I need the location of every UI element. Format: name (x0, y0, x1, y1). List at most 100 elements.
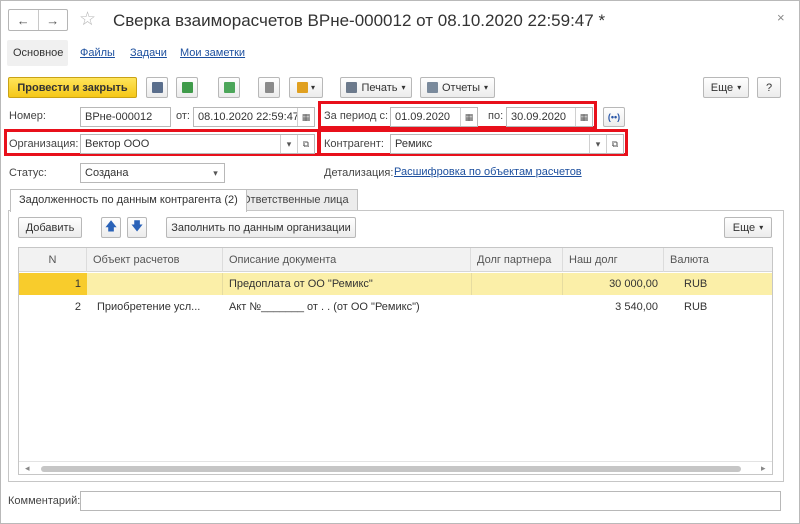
comment-label: Комментарий: (8, 495, 81, 507)
table-more-button[interactable]: Еще ▾ (724, 217, 772, 238)
period-to-field[interactable]: 30.09.2020 ▦ (506, 107, 593, 127)
tab-debt[interactable]: Задолженность по данным контрагента (2) (10, 189, 247, 212)
calendar-icon[interactable]: ▦ (460, 108, 477, 126)
table-row[interactable]: 1 Предоплата от ОО "Ремикс" 30 000,00 RU… (19, 273, 772, 295)
save-icon (151, 82, 163, 93)
create-based-on-button[interactable]: ▾ (289, 77, 323, 98)
structure-icon (223, 82, 235, 93)
journal-icon (264, 82, 274, 93)
chevron-down-icon: ▾ (310, 83, 315, 92)
close-icon[interactable]: × (777, 10, 785, 25)
window-title: Сверка взаиморасчетов ВРне-000012 от 08.… (113, 11, 606, 30)
open-icon[interactable]: ⧉ (297, 135, 314, 153)
date-value: 08.10.2020 22:59:47 (198, 111, 297, 123)
number-value: ВРне-000012 (85, 111, 153, 123)
cell-currency[interactable]: RUB (664, 273, 772, 295)
column-header-partner-debt[interactable]: Долг партнера (471, 248, 563, 272)
dropdown-icon[interactable]: ▾ (280, 135, 297, 153)
cell-object[interactable] (87, 273, 223, 295)
move-up-button[interactable]: 🡅 (101, 217, 121, 238)
period-from-value: 01.09.2020 (395, 111, 451, 123)
arrow-up-icon: 🡅 (104, 219, 118, 233)
more-button[interactable]: Еще ▾ (703, 77, 749, 98)
section-files[interactable]: Файлы (80, 40, 115, 66)
post-button[interactable] (176, 77, 198, 98)
period-from-field[interactable]: 01.09.2020 ▦ (390, 107, 478, 127)
table-row[interactable]: 2 Приобретение усл... Акт №_______ от . … (19, 296, 772, 318)
open-icon[interactable]: ⧉ (606, 135, 623, 153)
post-document-icon (181, 82, 193, 93)
detail-label: Детализация: (324, 167, 394, 179)
help-button[interactable]: ? (757, 77, 781, 98)
cell-n[interactable]: 1 (19, 273, 87, 295)
table-header: N Объект расчетов Описание документа Дол… (19, 248, 772, 272)
back-arrow-icon[interactable]: ← (9, 10, 39, 30)
cell-our-debt[interactable]: 3 540,00 (563, 296, 664, 318)
column-header-description[interactable]: Описание документа (223, 248, 471, 272)
cell-description[interactable]: Предоплата от ОО "Ремикс" (223, 273, 471, 295)
chevron-down-icon: ▾ (401, 83, 406, 92)
journal-button[interactable] (258, 77, 280, 98)
calendar-icon[interactable]: ▦ (297, 108, 314, 126)
period-from-label: За период с: (324, 110, 389, 122)
status-label: Статус: (9, 167, 47, 179)
save-button[interactable] (146, 77, 168, 98)
scroll-left-icon[interactable]: ◂ (25, 463, 30, 474)
table-more-label: Еще (732, 221, 756, 234)
cell-currency[interactable]: RUB (664, 296, 772, 318)
chevron-down-icon: ▾ (484, 83, 489, 92)
cell-description[interactable]: Акт №_______ от . . (от ОО "Ремикс") (223, 296, 471, 318)
chevron-down-icon: ▾ (737, 83, 742, 92)
printer-icon (346, 82, 358, 93)
horizontal-scrollbar[interactable]: ◂ ▸ (19, 461, 772, 474)
column-header-object[interactable]: Объект расчетов (87, 248, 223, 272)
comment-field[interactable] (80, 491, 781, 511)
print-label: Печать (361, 81, 398, 94)
section-tasks[interactable]: Задачи (130, 40, 167, 66)
create-based-on-icon (296, 82, 308, 93)
date-label: от: (176, 110, 190, 122)
period-select-button[interactable]: (••) (603, 107, 625, 127)
organization-field[interactable]: Вектор ООО ▾ ⧉ (80, 134, 315, 154)
cell-partner-debt[interactable] (471, 273, 563, 295)
section-main[interactable]: Основное (7, 40, 68, 66)
section-notes[interactable]: Мои заметки (180, 40, 245, 66)
calendar-icon[interactable]: ▦ (575, 108, 592, 126)
organization-value: Вектор ООО (85, 138, 150, 150)
structure-button[interactable] (218, 77, 240, 98)
reports-label: Отчеты (441, 81, 480, 94)
forward-arrow-icon[interactable]: → (39, 10, 68, 30)
chevron-down-icon: ▾ (213, 167, 218, 178)
nav-buttons: ← → (8, 9, 68, 31)
cell-object[interactable]: Приобретение усл... (87, 296, 223, 318)
period-range-icon: (••) (607, 112, 621, 122)
number-label: Номер: (9, 110, 46, 122)
move-down-button[interactable]: 🡇 (127, 217, 147, 238)
reports-button[interactable]: Отчеты ▾ (420, 77, 495, 98)
column-header-our-debt[interactable]: Наш долг (563, 248, 664, 272)
column-header-n[interactable]: N (19, 248, 87, 272)
status-select[interactable]: Создана ▾ (80, 163, 225, 183)
cell-partner-debt[interactable] (471, 296, 563, 318)
column-header-currency[interactable]: Валюта (664, 248, 772, 272)
chevron-down-icon: ▾ (759, 223, 764, 232)
fill-by-organization-button[interactable]: Заполнить по данным организации (166, 217, 356, 238)
scroll-right-icon[interactable]: ▸ (761, 463, 766, 474)
organization-label: Организация: (9, 138, 79, 150)
date-field[interactable]: 08.10.2020 22:59:47 ▦ (193, 107, 315, 127)
cell-n[interactable]: 2 (19, 296, 87, 318)
print-button[interactable]: Печать ▾ (340, 77, 412, 98)
counterparty-field[interactable]: Ремикс ▾ ⧉ (390, 134, 624, 154)
dropdown-icon[interactable]: ▾ (589, 135, 606, 153)
add-button[interactable]: Добавить (18, 217, 82, 238)
more-label: Еще (710, 81, 734, 94)
scrollbar-thumb[interactable] (41, 466, 741, 472)
period-to-label: по: (488, 110, 504, 122)
counterparty-label: Контрагент: (324, 138, 384, 150)
detail-link[interactable]: Расшифровка по объектам расчетов (394, 166, 582, 178)
post-and-close-button[interactable]: Провести и закрыть (8, 77, 137, 98)
tab-responsible[interactable]: Ответственные лица (233, 189, 358, 211)
cell-our-debt[interactable]: 30 000,00 (563, 273, 664, 295)
number-field[interactable]: ВРне-000012 (80, 107, 171, 127)
favorite-star-icon[interactable]: ☆ (79, 8, 96, 31)
